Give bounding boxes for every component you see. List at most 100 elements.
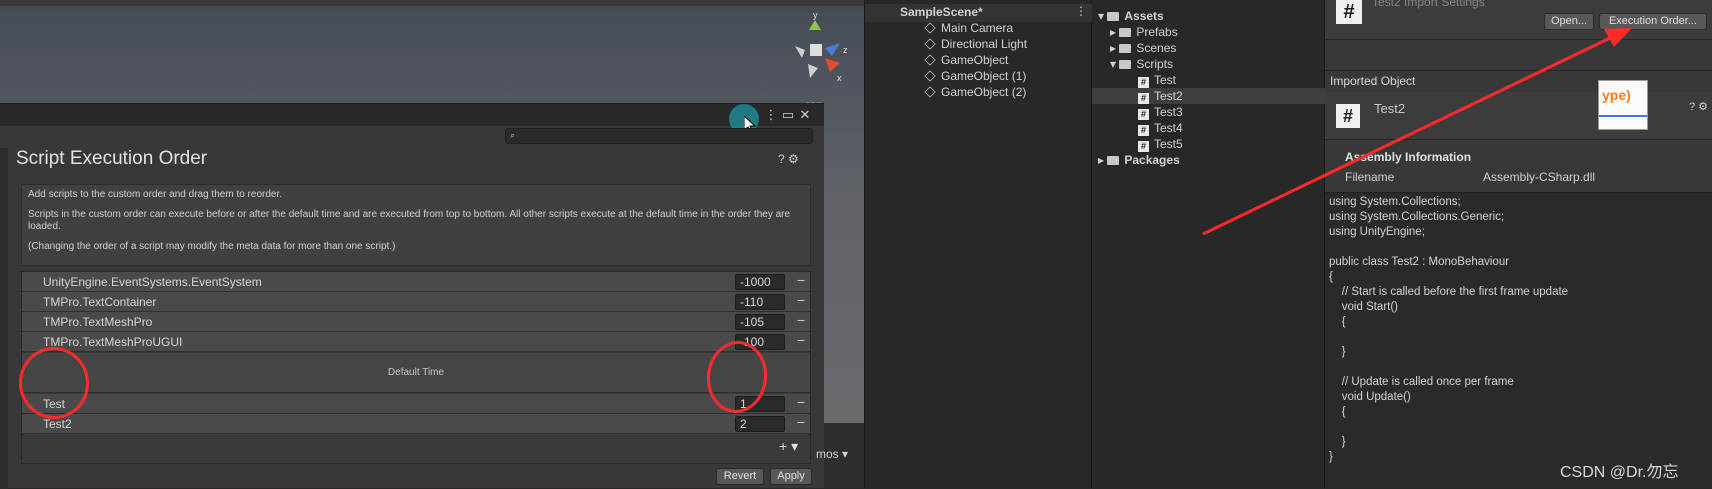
- scene-menu-icon[interactable]: ⋮: [1075, 4, 1087, 18]
- folder-icon: [1107, 12, 1120, 21]
- preview-thumbnail: ype): [1598, 80, 1648, 130]
- folder-icon: [1107, 156, 1120, 165]
- settings-category-list[interactable]: [0, 148, 8, 489]
- maximize-icon[interactable]: ▭: [779, 106, 797, 124]
- project-settings-window: ⋮ ▭ ✕ ⌕ Script Execution Order ? ⚙ Add s…: [0, 103, 824, 489]
- order-value-input[interactable]: -110: [735, 294, 785, 310]
- imported-object-header: [1325, 92, 1712, 140]
- gameobject-icon: [924, 54, 936, 66]
- selection-highlight: [1092, 88, 1325, 104]
- filename-label: Filename: [1345, 170, 1395, 184]
- gizmo-y-label: y: [813, 10, 818, 20]
- project-panel: ▾ Assets ▸ Prefabs ▸ Scenes ▾ Scripts # T…: [1092, 0, 1325, 488]
- gameobject-icon: [924, 22, 936, 34]
- script-icon: #: [1138, 125, 1149, 136]
- preview-line: [1599, 115, 1647, 117]
- script-asset[interactable]: # Test3: [1138, 105, 1183, 120]
- script-name: UnityEngine.EventSystems.EventSystem: [43, 275, 262, 289]
- order-value-input[interactable]: -1000: [735, 274, 785, 290]
- hierarchy-scene-header[interactable]: SampleScene* ⋮: [865, 4, 1093, 22]
- script-asset[interactable]: # Test: [1138, 73, 1176, 88]
- remove-button[interactable]: −: [794, 292, 808, 308]
- imported-object-label: Imported Object: [1330, 74, 1416, 88]
- script-asset-selected[interactable]: # Test2: [1138, 89, 1183, 104]
- script-row[interactable]: UnityEngine.EventSystems.EventSystem -10…: [22, 272, 810, 292]
- gameobject-icon: [924, 70, 936, 82]
- folder-scenes[interactable]: ▸ Scenes: [1110, 41, 1176, 55]
- folder-packages[interactable]: ▸ Packages: [1098, 153, 1180, 167]
- gameobject-icon: [924, 38, 936, 50]
- script-icon: #: [1138, 109, 1149, 120]
- folder-prefabs[interactable]: ▸ Prefabs: [1110, 25, 1178, 39]
- script-asset[interactable]: # Test4: [1138, 121, 1183, 136]
- script-name: TMPro.TextContainer: [43, 295, 157, 309]
- script-row[interactable]: TMPro.TextMeshPro -105 −: [22, 312, 810, 332]
- script-icon: #: [1336, 0, 1362, 24]
- revert-button[interactable]: Revert: [716, 468, 764, 485]
- script-name: Test2: [43, 417, 72, 431]
- settings-search-input[interactable]: ⌕: [505, 128, 813, 144]
- script-icon: #: [1336, 104, 1360, 128]
- script-code: using System.Collections; using System.C…: [1329, 196, 1569, 463]
- order-value-input[interactable]: -105: [735, 314, 785, 330]
- folder-icon: [1119, 60, 1132, 69]
- help-settings-icons[interactable]: ? ⚙: [778, 152, 799, 166]
- remove-button[interactable]: −: [794, 332, 808, 348]
- script-row[interactable]: Test2 2 −: [22, 414, 810, 434]
- remove-button[interactable]: −: [794, 312, 808, 328]
- script-name: TMPro.TextMeshPro: [43, 315, 153, 329]
- imported-object-name: Test2: [1374, 101, 1406, 116]
- order-value-input[interactable]: 2: [735, 416, 785, 432]
- gizmos-dropdown[interactable]: mos ▾: [816, 447, 848, 461]
- script-icon: #: [1138, 93, 1149, 104]
- script-row[interactable]: TMPro.TextMeshProUGUI -100 −: [22, 332, 810, 352]
- script-icon: #: [1138, 77, 1149, 88]
- watermark: CSDN @Dr.勿忘: [1560, 464, 1679, 481]
- script-name: TMPro.TextMeshProUGUI: [43, 335, 183, 349]
- divider: [1325, 70, 1712, 71]
- script-icon: #: [1138, 141, 1149, 152]
- folder-assets[interactable]: ▾ Assets: [1098, 9, 1164, 23]
- folder-scripts[interactable]: ▾ Scripts: [1110, 57, 1173, 71]
- search-icon: ⌕: [510, 130, 516, 140]
- script-row[interactable]: TMPro.TextContainer -110 −: [22, 292, 810, 312]
- apply-button[interactable]: Apply: [770, 468, 812, 485]
- gameobject-icon: [924, 86, 936, 98]
- remove-button[interactable]: −: [794, 272, 808, 288]
- execution-order-button[interactable]: Execution Order...: [1599, 13, 1707, 30]
- window-titlebar: ⋮ ▭ ✕: [0, 104, 824, 126]
- help-text: Add scripts to the custom order and drag…: [28, 189, 283, 200]
- remove-button[interactable]: −: [794, 394, 808, 410]
- import-settings-title: Test2 Import Settings: [1372, 0, 1485, 9]
- hierarchy-item[interactable]: GameObject: [924, 53, 1008, 67]
- inspector-panel: # Test2 Import Settings Open... Executio…: [1325, 0, 1712, 488]
- help-settings-icons[interactable]: ? ⚙: [1689, 100, 1708, 113]
- gizmo-x-label: x: [837, 73, 842, 83]
- hierarchy-item[interactable]: GameObject (1): [924, 69, 1026, 83]
- open-button[interactable]: Open...: [1544, 13, 1594, 30]
- window-menu-icon[interactable]: ⋮: [762, 106, 780, 124]
- hierarchy-panel: SampleScene* ⋮ Main Camera Directional L…: [864, 0, 1093, 488]
- close-icon[interactable]: ✕: [796, 106, 814, 124]
- assembly-info-title: Assembly Information: [1345, 150, 1472, 164]
- script-row[interactable]: Test 1 −: [22, 394, 810, 414]
- hierarchy-item[interactable]: Directional Light: [924, 37, 1027, 51]
- scene-name: SampleScene*: [900, 5, 983, 19]
- default-time-separator: Default Time: [22, 353, 810, 393]
- execution-order-list: UnityEngine.EventSystems.EventSystem -10…: [21, 271, 811, 464]
- remove-button[interactable]: −: [794, 414, 808, 430]
- script-asset[interactable]: # Test5: [1138, 137, 1183, 152]
- filename-value: Assembly-CSharp.dll: [1483, 170, 1596, 184]
- help-box: Add scripts to the custom order and drag…: [21, 184, 811, 266]
- scene-toolbar: [0, 0, 864, 6]
- page-title: Script Execution Order: [16, 148, 208, 169]
- hierarchy-item[interactable]: Main Camera: [924, 21, 1013, 35]
- folder-icon: [1119, 28, 1132, 37]
- scene-orientation-gizmo[interactable]: y z x: [780, 8, 850, 88]
- folder-icon: [1119, 44, 1132, 53]
- inspector-header: # Test2 Import Settings Open... Executio…: [1325, 0, 1712, 40]
- add-script-button[interactable]: + ▾: [779, 438, 798, 455]
- help-text: Scripts in the custom order can execute …: [28, 209, 791, 232]
- preview-text: ype): [1602, 87, 1631, 103]
- hierarchy-item[interactable]: GameObject (2): [924, 85, 1026, 99]
